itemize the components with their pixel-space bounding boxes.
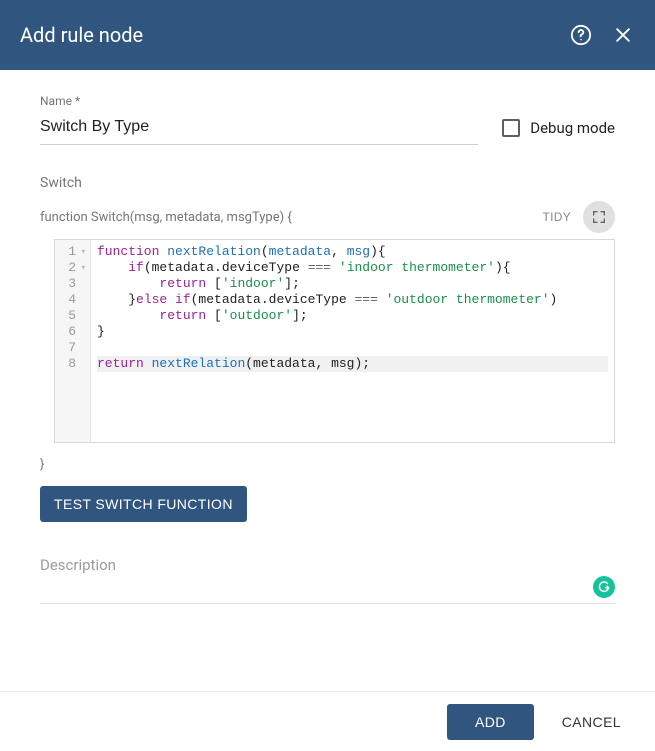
close-icon[interactable] [611,23,635,47]
name-input[interactable] [40,112,478,145]
code-line: return nextRelation(metadata, msg); [97,356,608,372]
editor-code[interactable]: function nextRelation(metadata, msg){ if… [91,240,614,442]
dialog: Add rule node Name * Debug mode Switch f… [0,0,655,751]
gutter-line: 4 [61,292,86,308]
function-closing-brace: } [40,457,615,472]
switch-section-label: Switch [40,175,615,191]
help-icon[interactable] [569,23,593,47]
function-signature: function Switch(msg, metadata, msgType) … [40,210,292,225]
gutter-line: 7 [61,340,86,356]
grammarly-icon[interactable] [593,576,615,598]
editor-controls: TIDY [538,201,615,233]
titlebar: Add rule node [0,0,655,70]
gutter-line: 3 [61,276,86,292]
test-switch-function-button[interactable]: TEST SWITCH FUNCTION [40,486,247,522]
gutter-line: 1▾ [61,244,86,260]
code-editor[interactable]: 1▾2▾345678 function nextRelation(metadat… [54,239,615,443]
debug-mode-field: Debug mode [502,119,615,145]
code-line: }else if(metadata.deviceType === 'outdoo… [97,292,608,308]
function-signature-row: function Switch(msg, metadata, msgType) … [40,201,615,233]
code-line: } [97,324,608,340]
debug-checkbox[interactable] [502,119,520,137]
add-button[interactable]: ADD [447,704,534,740]
name-label: Name * [40,94,478,108]
gutter-line: 8 [61,356,86,372]
code-line [97,340,608,356]
gutter-line: 6 [61,324,86,340]
cancel-button[interactable]: CANCEL [556,704,627,740]
dialog-footer: ADD CANCEL [0,691,655,751]
code-line: if(metadata.deviceType === 'indoor therm… [97,260,608,276]
tidy-button[interactable]: TIDY [538,206,575,228]
gutter-line: 2▾ [61,260,86,276]
code-line: function nextRelation(metadata, msg){ [97,244,608,260]
dialog-title: Add rule node [20,23,143,47]
name-field: Name * [40,94,478,145]
fullscreen-icon[interactable] [583,201,615,233]
code-line: return ['outdoor']; [97,308,608,324]
description-input[interactable] [40,574,615,604]
code-line: return ['indoor']; [97,276,608,292]
gutter-line: 5 [61,308,86,324]
titlebar-actions [569,23,635,47]
description-label: Description [40,556,615,574]
row-name-debug: Name * Debug mode [40,94,615,145]
description-field: Description [40,556,615,604]
dialog-content: Name * Debug mode Switch function Switch… [0,70,655,691]
editor-gutter: 1▾2▾345678 [55,240,91,442]
debug-label: Debug mode [530,119,615,137]
